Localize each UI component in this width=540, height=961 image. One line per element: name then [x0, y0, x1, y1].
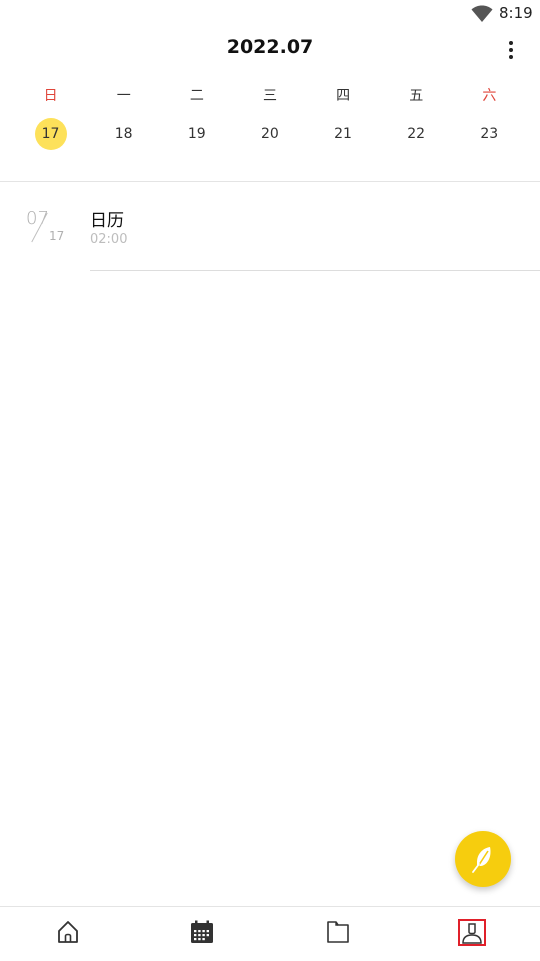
- calendar-divider: [0, 181, 540, 182]
- event-time: 02:00: [90, 232, 128, 247]
- date-cell[interactable]: 21: [307, 117, 380, 151]
- date-selected[interactable]: 17: [34, 118, 67, 150]
- page-title: 2022.07: [226, 36, 314, 58]
- more-dot: [509, 55, 513, 59]
- feather-icon: [472, 847, 491, 873]
- date-number[interactable]: 23: [473, 118, 505, 150]
- event-day: 17: [49, 229, 65, 243]
- weekday-monday: 一: [116, 88, 131, 104]
- week-date-row: 17 18 19 20 21 22 23: [14, 117, 526, 151]
- profile-icon: [462, 922, 482, 944]
- event-month: 07: [26, 208, 49, 229]
- weekday-thursday: 四: [336, 88, 351, 104]
- event-date-badge: 07 17: [18, 206, 78, 246]
- date-cell[interactable]: 22: [380, 117, 453, 151]
- weekday-header-row: 日 一 二 三 四 五 六: [14, 84, 526, 108]
- date-cell[interactable]: 18: [87, 117, 160, 151]
- date-cell[interactable]: 19: [160, 117, 233, 151]
- new-entry-button[interactable]: [455, 831, 511, 887]
- weekday-wednesday: 三: [262, 88, 277, 104]
- date-number[interactable]: 20: [254, 118, 286, 150]
- event-divider: [90, 270, 540, 271]
- wifi-icon: [471, 5, 493, 22]
- calendar-icon: [191, 920, 213, 943]
- event-title[interactable]: 日历: [90, 206, 124, 231]
- nav-profile[interactable]: [458, 919, 486, 946]
- weekday-sunday: 日: [43, 88, 58, 104]
- status-bar: 8:19: [0, 0, 540, 28]
- status-time: 8:19: [499, 4, 533, 22]
- nav-home[interactable]: [53, 917, 83, 947]
- weekday-tuesday: 二: [189, 88, 204, 104]
- date-cell[interactable]: 17: [14, 117, 87, 151]
- home-icon: [58, 921, 78, 943]
- date-cell[interactable]: 23: [453, 117, 526, 151]
- folder-icon: [327, 921, 349, 943]
- date-number[interactable]: 18: [108, 118, 140, 150]
- weekday-saturday: 六: [482, 88, 497, 104]
- nav-files[interactable]: [323, 917, 353, 947]
- more-dot: [509, 48, 513, 52]
- weekday-friday: 五: [409, 88, 424, 104]
- bottom-navigation: [0, 906, 540, 961]
- date-cell[interactable]: 20: [233, 117, 306, 151]
- date-number[interactable]: 19: [181, 118, 213, 150]
- date-number[interactable]: 21: [327, 118, 359, 150]
- more-options-button[interactable]: [497, 36, 525, 64]
- nav-calendar[interactable]: [187, 917, 217, 947]
- more-vertical-icon: [509, 41, 513, 45]
- date-number[interactable]: 22: [400, 118, 432, 150]
